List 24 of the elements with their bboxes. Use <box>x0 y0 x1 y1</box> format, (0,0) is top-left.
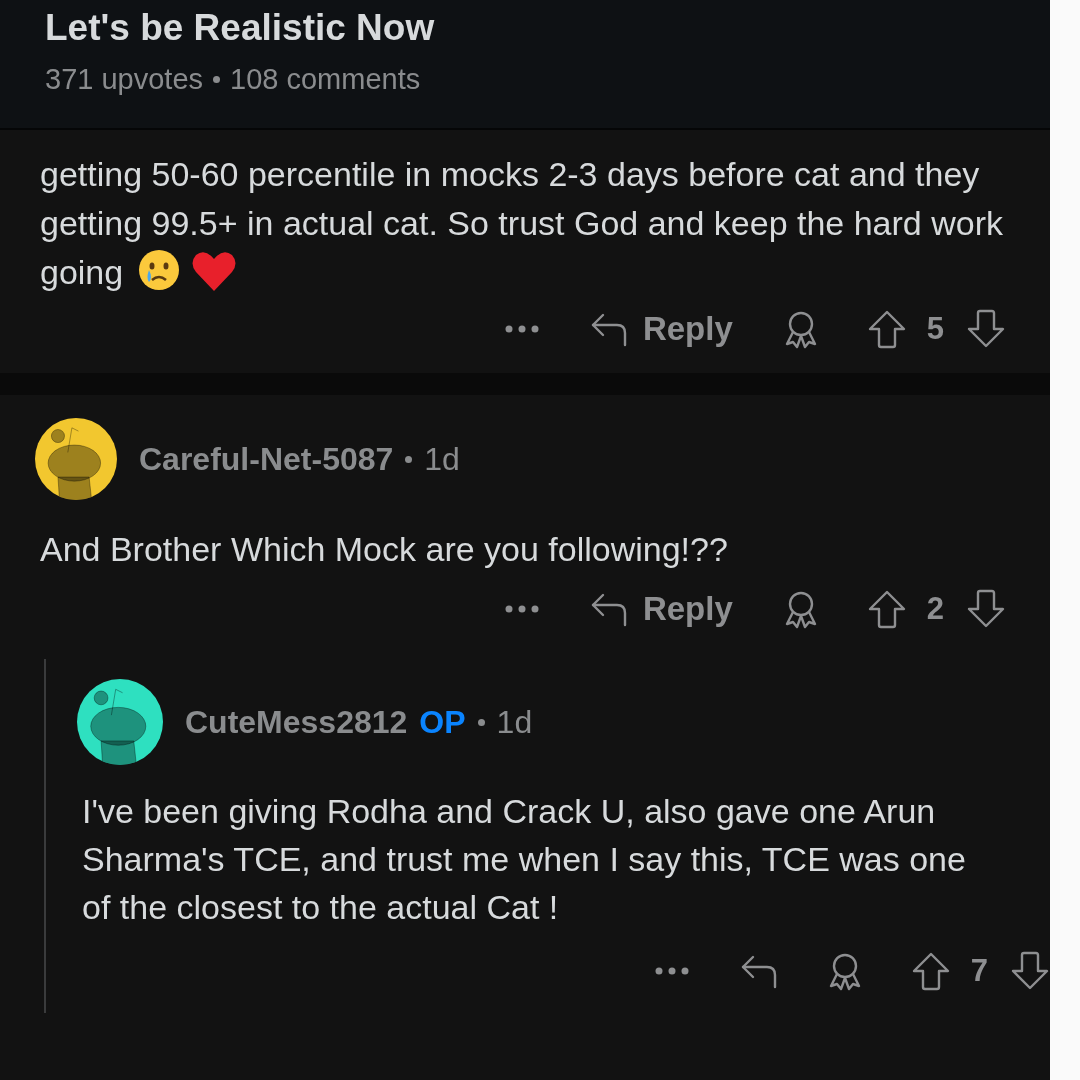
avatar-icon[interactable] <box>35 418 117 500</box>
reply-button[interactable]: Reply <box>588 584 733 634</box>
comment-time: 1d <box>496 703 533 742</box>
username[interactable]: CuteMess2812 <box>185 698 408 746</box>
downvote-icon[interactable] <box>966 309 1006 349</box>
upvote-icon[interactable] <box>910 951 951 991</box>
reply-button[interactable]: Reply <box>588 304 733 354</box>
upvote-count: 371 upvotes <box>45 62 203 97</box>
op-label: OP <box>419 703 466 742</box>
avatar-icon[interactable] <box>77 679 163 765</box>
vote-score: 5 <box>926 309 944 348</box>
comment-text: getting 50-60 percentile in mocks 2-3 days before cat and they getting 99.5+ in actual cat. So trust God and keep the hard work going <box>40 155 1003 291</box>
vote-score: 7 <box>970 951 988 990</box>
post-title: Let's be Realistic Now <box>45 8 436 48</box>
comment-count: 108 comments <box>230 62 421 97</box>
downvote-icon[interactable] <box>1010 951 1050 991</box>
comment-time: 1d <box>424 440 460 479</box>
username[interactable]: Careful-Net-5087 <box>139 435 394 483</box>
upvote-icon[interactable] <box>866 589 907 629</box>
downvote-icon[interactable] <box>966 589 1006 629</box>
comment-text: And Brother Which Mock are you following!?? <box>40 529 729 570</box>
vote-score: 2 <box>926 589 944 628</box>
comment-text: I've been giving Rodha and Crack U, also gave one Arun Sharma's TCE, and trust me when I say this, TCE was one of the closest to the actual Cat ! <box>82 791 967 928</box>
upvote-icon[interactable] <box>866 309 907 349</box>
